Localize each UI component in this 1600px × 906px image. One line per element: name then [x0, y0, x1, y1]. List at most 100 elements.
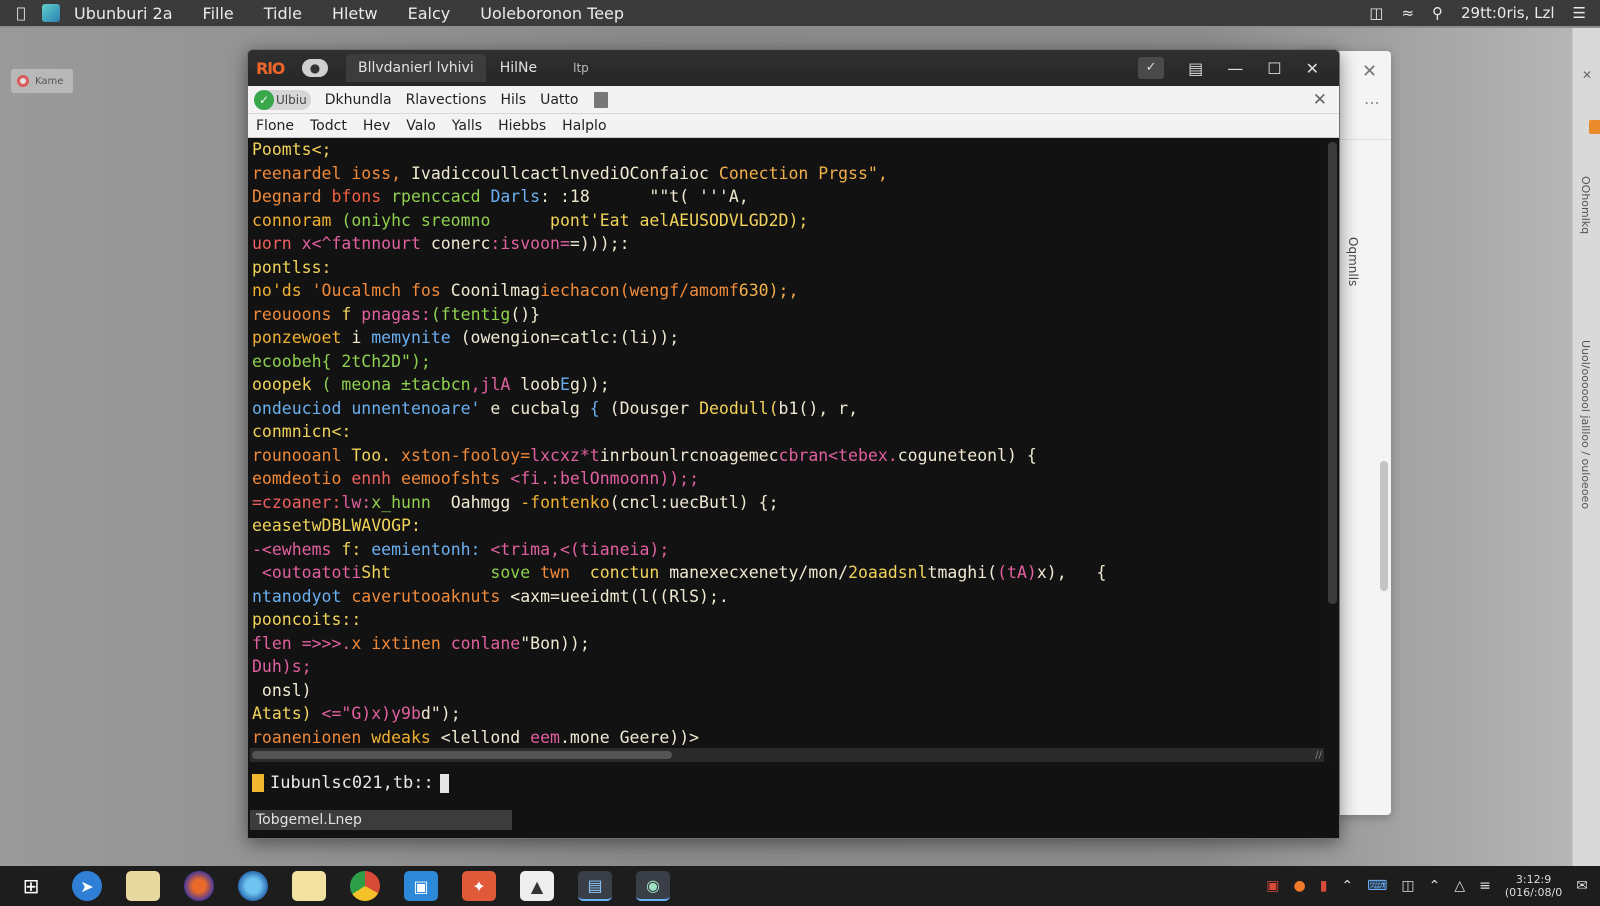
notes-icon[interactable] [126, 871, 160, 901]
code-token: ecoobeh{ [252, 351, 342, 371]
tab-second[interactable]: HilNe [500, 60, 537, 76]
chat-icon[interactable]: ▣ [1266, 878, 1279, 894]
menu-item-search[interactable]: Valo [406, 118, 436, 134]
code-token: 2oaadsnl [848, 563, 928, 582]
code-token: ,jlA [470, 375, 521, 394]
toolbar-item-4[interactable]: Uatto [540, 92, 578, 108]
network-icon[interactable]: △ [1454, 878, 1465, 894]
code-token: "Bon)); [520, 633, 590, 653]
code-token: b1(), r, [778, 398, 859, 418]
menubar-item-window[interactable]: Uoleboronon Teep [480, 4, 624, 23]
taskbar-clock[interactable]: 3:12:9 (016/:08/0 [1505, 873, 1562, 899]
clock-time: 3:12:9 [1515, 873, 1552, 886]
code-token: eeasetwDBLWAVOGP: [252, 516, 421, 535]
code-token: Deodull( [699, 398, 779, 418]
close-icon[interactable]: ✕ [1582, 68, 1592, 82]
code-token: x ixtinen [351, 633, 451, 653]
puzzle-icon[interactable]: ✦ [462, 871, 496, 901]
tile-icon[interactable]: ▤ [1188, 59, 1203, 78]
pin-icon[interactable]: ✓ [1138, 57, 1165, 79]
folder-icon[interactable] [292, 871, 326, 901]
browser-compass-icon[interactable]: ➤ [72, 871, 102, 901]
chevron-up-icon[interactable]: ⌃ [1429, 878, 1441, 894]
store-icon[interactable]: ▣ [404, 871, 438, 901]
background-window-scrollbar[interactable] [1380, 461, 1388, 591]
menu-item-edit[interactable]: Todct [310, 118, 347, 134]
code-token: reouoons [252, 304, 342, 324]
terminal-taskbar-icon[interactable]: ◉ [636, 871, 670, 901]
menu-list-icon[interactable]: ☰ [1573, 4, 1586, 22]
menu-item-tabs[interactable]: Hiebbs [498, 118, 546, 134]
terminal-app-icon[interactable]: ● [302, 59, 328, 77]
firefox-icon[interactable] [184, 871, 214, 901]
code-token: pont'Eat [550, 210, 640, 230]
code-line: ooopek ( meona ±tacbcn,jlA loobEg)); [252, 373, 1326, 397]
status-text: Tobgemel.Lnep [250, 810, 512, 830]
resize-grip-icon[interactable]: ∕∕ [1315, 750, 1322, 761]
code-line: <outoatotiSht sove twn conctun manexecxe… [252, 561, 1326, 585]
code-line: rounooanl Too. xston-fooloy=lxcxz*tinrbo… [252, 444, 1326, 468]
terminal-titlebar[interactable]: RlO ● Bllvdanierl lvhivi HilNe ltp ✓ ▤ —… [248, 50, 1339, 86]
more-icon[interactable]: ⋯ [1364, 93, 1380, 112]
chrome-icon[interactable] [350, 871, 380, 901]
menubar-item-edit[interactable]: Tidle [264, 4, 302, 23]
desktop-chip[interactable]: Kame [10, 68, 74, 94]
maximize-icon[interactable]: ☐ [1267, 59, 1281, 78]
close-icon[interactable]: ✕ [1306, 59, 1319, 78]
code-token: g)); [569, 375, 610, 394]
toolbar-item-1[interactable]: Dkhundla [325, 92, 392, 108]
display-settings-icon[interactable]: ◫ [1401, 878, 1414, 894]
code-token: (cncl:uecButl) {; [609, 492, 779, 512]
menubar-item-go[interactable]: Ealcy [408, 4, 451, 23]
tab-active[interactable]: Bllvdanierl lvhivi [346, 54, 486, 82]
toolbar-item-3[interactable]: Hils [500, 92, 526, 108]
text-cursor [439, 773, 449, 793]
terminal-prompt[interactable]: Iubunlsc021,tb:: [248, 762, 1339, 804]
code-token: =czoaner: [252, 492, 342, 512]
document-icon[interactable] [594, 91, 609, 108]
terminal-output[interactable]: Poomts<; reenardel ioss, Ivadiccoullcactl… [248, 138, 1326, 748]
action-center-icon[interactable]: ✉ [1576, 878, 1588, 894]
panel-accent-tab[interactable] [1589, 120, 1600, 134]
apple-icon[interactable]:  [0, 4, 42, 22]
menubar-app-name[interactable]: Ubunburi 2a [74, 4, 173, 23]
close-icon[interactable]: ✕ [1313, 90, 1327, 110]
code-token: wdeaks [371, 727, 441, 747]
menubar-clock[interactable]: 29tt:0ris, Lzl [1461, 4, 1555, 22]
input-method-icon[interactable]: ≡ [1479, 878, 1491, 894]
app-icon[interactable] [42, 4, 60, 22]
photos-icon[interactable]: ▲ [520, 871, 554, 901]
close-icon[interactable]: ✕ [1362, 61, 1377, 82]
toolbar-item-2[interactable]: Rlavections [406, 92, 487, 108]
code-token: E [560, 375, 570, 394]
code-token: cucbalg [510, 398, 590, 418]
start-icon[interactable]: ⊞ [14, 871, 48, 901]
vertical-scrollbar[interactable] [1328, 142, 1337, 604]
right-edge-panel: ✕ OOhomlkq Uuol/ooooool jallloo / ouloeo… [1572, 28, 1600, 866]
horizontal-scroll-thumb[interactable] [252, 751, 672, 759]
menu-item-view[interactable]: Hev [363, 118, 390, 134]
tab-third[interactable]: ltp [573, 61, 589, 75]
menubar-item-file[interactable]: Fille [203, 4, 234, 23]
network-globe-icon[interactable] [238, 871, 268, 901]
code-line: connoram (oniyhc sreomno pont'Eat aelAEU… [252, 209, 1326, 233]
app-tray-icon[interactable]: ▮ [1320, 878, 1328, 894]
notification-dot-icon[interactable]: ● [1293, 878, 1305, 894]
wifi-icon[interactable]: ≈ [1401, 4, 1414, 22]
menu-item-help[interactable]: Halplo [562, 118, 606, 134]
code-token: : :18 ""t( '''A, [540, 187, 749, 206]
horizontal-scrollbar[interactable]: ∕∕ [250, 748, 1324, 762]
search-icon[interactable]: ⚲ [1432, 4, 1443, 22]
toolbar-badge[interactable]: ✓ Ulbiu [254, 89, 311, 110]
chevron-up-icon[interactable]: ⌃ [1341, 878, 1353, 894]
code-token: ponzewoet [252, 328, 352, 347]
menu-item-tools[interactable]: Yalls [452, 118, 482, 134]
file-explorer-icon[interactable]: ▤ [578, 871, 612, 901]
display-icon[interactable]: ◫ [1369, 4, 1383, 22]
menu-item-file[interactable]: Flone [256, 118, 294, 134]
menubar-item-view[interactable]: Hletw [332, 4, 378, 23]
code-line: -<ewhems f: eemientonh: <trima,<(tianeia… [252, 538, 1326, 562]
keyboard-icon[interactable]: ⌨ [1367, 878, 1387, 894]
minimize-icon[interactable]: — [1227, 59, 1243, 78]
code-token: pnagas: [361, 304, 431, 324]
